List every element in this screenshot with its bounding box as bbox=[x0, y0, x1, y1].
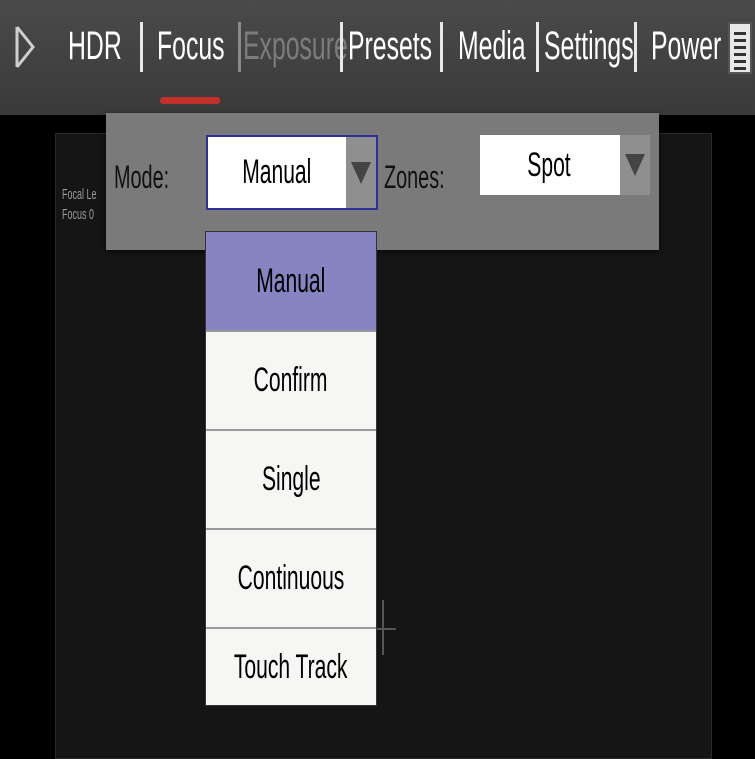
mode-label: Mode: bbox=[114, 159, 170, 195]
play-arrow-icon[interactable] bbox=[14, 24, 36, 70]
mode-option-continuous[interactable]: Continuous bbox=[206, 530, 376, 629]
tab-presets[interactable]: Presets bbox=[348, 16, 432, 76]
nav-separator bbox=[238, 22, 241, 72]
triangle-down-icon bbox=[351, 162, 371, 184]
nav-separator bbox=[140, 22, 143, 72]
mode-option-single[interactable]: Single bbox=[206, 431, 376, 530]
focus-settings-panel: Mode: Manual Zones: Spot bbox=[106, 113, 659, 250]
zones-label: Zones: bbox=[384, 159, 445, 195]
focus-distance-label: Focus 0 bbox=[62, 206, 95, 223]
tab-power[interactable]: Power bbox=[651, 16, 721, 76]
nav-separator bbox=[634, 22, 637, 72]
nav-separator bbox=[536, 22, 539, 72]
tab-hdr[interactable]: HDR bbox=[68, 16, 122, 76]
nav-separator bbox=[440, 22, 443, 72]
top-nav-bar: HDR Focus Exposure Presets Media Setting… bbox=[0, 0, 755, 115]
zones-dropdown-button[interactable] bbox=[620, 135, 650, 195]
tab-settings[interactable]: Settings bbox=[544, 16, 634, 76]
mode-option-manual[interactable]: Manual bbox=[206, 232, 376, 332]
menu-icon[interactable] bbox=[728, 22, 752, 74]
mode-option-touch-track[interactable]: Touch Track bbox=[206, 629, 376, 705]
tab-focus[interactable]: Focus bbox=[157, 16, 225, 76]
focal-length-label: Focal Le bbox=[62, 186, 97, 203]
nav-separator bbox=[340, 22, 343, 72]
tab-media[interactable]: Media bbox=[458, 16, 526, 76]
mode-dropdown-button[interactable] bbox=[346, 137, 376, 208]
zones-value: Spot bbox=[526, 145, 571, 184]
mode-value: Manual bbox=[242, 153, 312, 191]
mode-option-confirm[interactable]: Confirm bbox=[206, 332, 376, 431]
triangle-down-icon bbox=[625, 154, 645, 176]
active-tab-indicator bbox=[160, 97, 220, 104]
mode-select[interactable]: Manual bbox=[206, 135, 378, 210]
tab-exposure: Exposure bbox=[243, 24, 348, 68]
mode-dropdown-list: Manual Confirm Single Continuous Touch T… bbox=[205, 231, 377, 706]
zones-select[interactable]: Spot bbox=[480, 135, 650, 195]
